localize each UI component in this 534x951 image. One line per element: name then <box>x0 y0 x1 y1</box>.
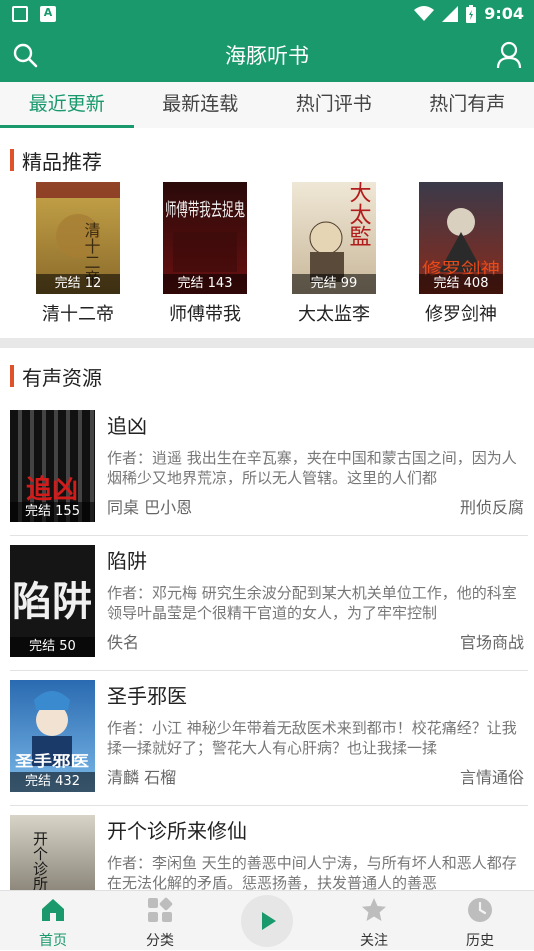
nav-home-label: 首页 <box>13 930 93 950</box>
featured-item[interactable]: 大太監 完结 99 大太监李 <box>284 182 384 326</box>
featured-item[interactable]: 清十二帝 完结 12 清十二帝 <box>28 182 128 326</box>
book-title: 圣手邪医 <box>107 680 187 709</box>
tab-popular-pingshu[interactable]: 热门评书 <box>267 82 401 128</box>
tab-new-serials[interactable]: 最新连载 <box>134 82 268 128</box>
wifi-icon <box>414 6 434 22</box>
featured-list: 清十二帝 完结 12 清十二帝 师傅带我去捉鬼 完结 143 师傅带我 大太監 … <box>0 182 534 324</box>
completion-badge: 完结 408 <box>419 274 503 294</box>
home-icon <box>40 897 66 923</box>
completion-badge: 完结 155 <box>10 502 95 522</box>
book-description: 作者：李闲鱼 天生的善恶中间人宁涛，与所有坏人和恶人都存在无法化解的矛盾。惩恶扬… <box>107 853 525 893</box>
completion-badge: 完结 50 <box>10 637 95 657</box>
battery-icon <box>466 5 476 23</box>
audio-section-header: 有声资源 <box>10 363 102 389</box>
cover-title-text: 师傅带我去捉鬼 <box>165 200 245 221</box>
clock-icon <box>467 897 493 923</box>
book-title: 修罗剑神 <box>411 300 511 326</box>
nav-follow[interactable]: 关注 <box>334 891 414 951</box>
cover-title-text: 圣手邪医 <box>14 752 89 770</box>
featured-section-title: 精品推荐 <box>22 146 102 175</box>
category-label: 刑侦反腐 <box>460 494 524 518</box>
featured-section-header: 精品推荐 <box>10 147 102 173</box>
notification-icon <box>12 6 28 22</box>
book-cover: 追凶 完结 155 <box>10 410 95 522</box>
book-cover: 陷阱 完结 50 <box>10 545 95 657</box>
book-title: 追凶 <box>107 410 147 439</box>
section-accent-bar <box>10 365 14 387</box>
nav-home[interactable]: 首页 <box>13 891 93 951</box>
list-item[interactable]: 陷阱 完结 50 陷阱 作者：邓元梅 研究生余波分配到某大机关单位工作，他的科室… <box>10 537 528 671</box>
app-title: 海豚听书 <box>0 30 534 82</box>
nav-history-label: 历史 <box>440 930 520 950</box>
nav-history[interactable]: 历史 <box>440 891 520 951</box>
list-item[interactable]: 圣手邪医 完结 432 圣手邪医 作者：小江 神秘少年带着无敌医术来到都市！校花… <box>10 672 528 806</box>
category-label: 言情通俗 <box>460 764 524 788</box>
section-divider <box>0 338 534 348</box>
book-description: 作者：逍遥 我出生在辛瓦寨，夹在中国和蒙古国之间，因为人烟稀少又地界荒凉，所以无… <box>107 448 525 488</box>
book-title: 开个诊所来修仙 <box>107 815 247 844</box>
narrator: 佚名 <box>107 629 139 653</box>
book-description: 作者：邓元梅 研究生余波分配到某大机关单位工作，他的科室领导叶晶莹是个很精干官道… <box>107 583 525 623</box>
completion-badge: 完结 99 <box>292 274 376 294</box>
nav-follow-label: 关注 <box>334 930 414 950</box>
app-header: 海豚听书 <box>0 30 534 82</box>
signal-icon <box>442 6 458 22</box>
category-icon <box>147 897 173 923</box>
nav-category[interactable]: 分类 <box>120 891 200 951</box>
tab-popular-audio[interactable]: 热门有声 <box>401 82 534 128</box>
status-bar: A 9:04 <box>0 0 534 30</box>
audio-section-title: 有声资源 <box>22 362 102 391</box>
status-time: 9:04 <box>484 4 524 23</box>
section-accent-bar <box>10 149 14 171</box>
book-title: 师傅带我 <box>155 300 255 326</box>
book-cover: 圣手邪医 完结 432 <box>10 680 95 792</box>
featured-item[interactable]: 修罗剑神 完结 408 修罗剑神 <box>411 182 511 326</box>
book-title: 清十二帝 <box>28 300 128 326</box>
nav-category-label: 分类 <box>120 930 200 950</box>
narrator: 同桌 巴小恩 <box>107 494 192 518</box>
star-icon <box>361 897 387 923</box>
play-button[interactable] <box>241 895 293 947</box>
tab-bar: 最近更新 最新连载 热门评书 热门有声 <box>0 82 534 128</box>
bottom-nav: 首页 分类 关注 历史 <box>0 890 534 950</box>
play-icon <box>241 895 293 947</box>
notification-a-icon: A <box>40 6 56 22</box>
book-title: 大太监李 <box>284 300 384 326</box>
category-label: 官场商战 <box>460 629 524 653</box>
narrator: 清麟 石榴 <box>107 764 176 788</box>
user-icon[interactable] <box>496 41 522 69</box>
completion-badge: 完结 12 <box>36 274 120 294</box>
completion-badge: 完结 143 <box>163 274 247 294</box>
featured-item[interactable]: 师傅带我去捉鬼 完结 143 师傅带我 <box>155 182 255 326</box>
book-cover: 清十二帝 完结 12 <box>36 182 120 294</box>
book-cover: 大太監 完结 99 <box>292 182 376 294</box>
completion-badge: 完结 432 <box>10 772 95 792</box>
cover-title-text: 追凶 <box>26 474 78 505</box>
cover-title-text: 陷阱 <box>12 579 92 625</box>
book-cover: 修罗剑神 完结 408 <box>419 182 503 294</box>
book-cover: 师傅带我去捉鬼 完结 143 <box>163 182 247 294</box>
book-description: 作者：小江 神秘少年带着无敌医术来到都市！校花痛经？让我揉一揉就好了；警花大人有… <box>107 718 525 758</box>
list-item[interactable]: 追凶 完结 155 追凶 作者：逍遥 我出生在辛瓦寨，夹在中国和蒙古国之间，因为… <box>10 402 528 536</box>
book-title: 陷阱 <box>107 545 147 574</box>
tab-recent-updates[interactable]: 最近更新 <box>0 82 134 128</box>
cover-title-text: 大太監 <box>346 182 372 247</box>
